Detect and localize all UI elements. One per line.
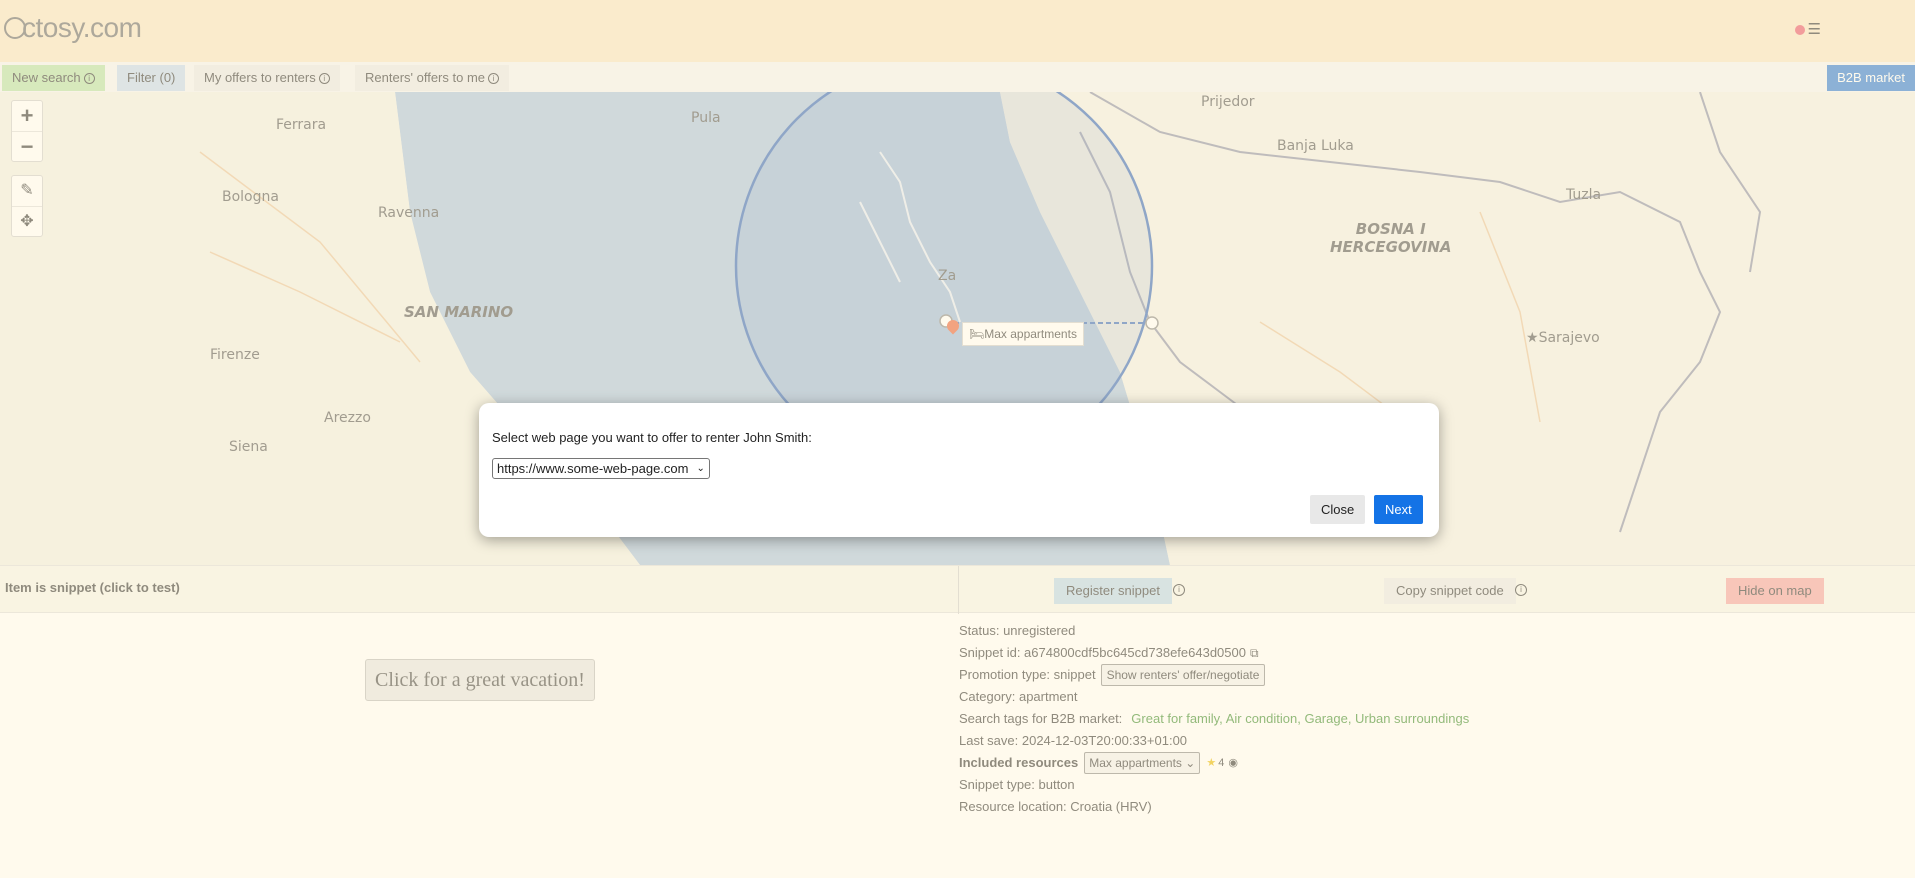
modal-prompt: Select web page you want to offer to ren… — [492, 430, 812, 445]
next-button[interactable]: Next — [1374, 495, 1423, 524]
offer-web-page-modal: Select web page you want to offer to ren… — [479, 403, 1439, 537]
web-page-select[interactable]: https://www.some-web-page.com ⌄ — [492, 458, 710, 479]
close-button[interactable]: Close — [1310, 495, 1366, 524]
chevron-down-icon: ⌄ — [696, 463, 705, 474]
